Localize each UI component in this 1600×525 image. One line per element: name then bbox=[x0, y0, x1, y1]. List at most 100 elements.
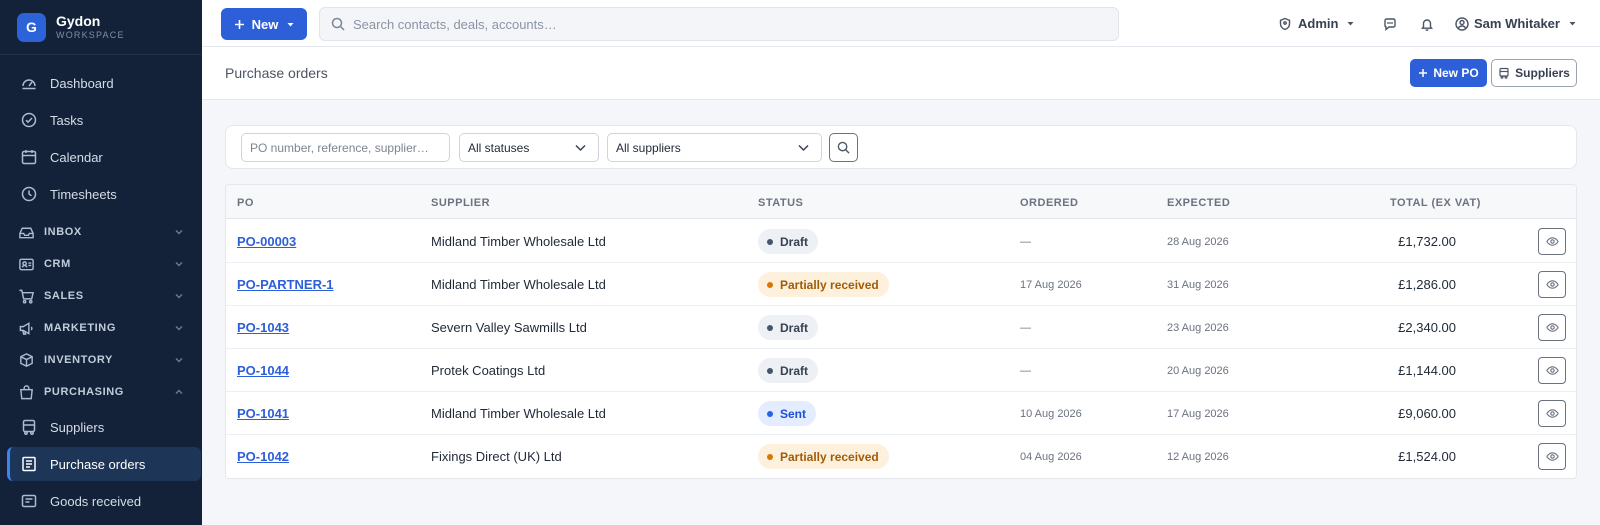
eye-icon bbox=[1545, 321, 1559, 334]
sidebar-section-label: INBOX bbox=[44, 226, 82, 238]
supplier-cell: Severn Valley Sawmills Ltd bbox=[431, 320, 587, 335]
table-row[interactable]: PO-1042 Fixings Direct (UK) Ltd Partiall… bbox=[226, 435, 1576, 478]
po-number-link[interactable]: PO-PARTNER-1 bbox=[237, 277, 334, 292]
column-header-supplier[interactable]: SUPPLIER bbox=[431, 197, 490, 209]
sidebar-item-calendar[interactable]: Calendar bbox=[7, 140, 201, 174]
supplier-filter-value: All suppliers bbox=[616, 140, 681, 155]
po-number-link[interactable]: PO-1044 bbox=[237, 363, 289, 378]
total-cell: £1,286.00 bbox=[1398, 277, 1456, 292]
sidebar-item-suppliers[interactable]: Suppliers bbox=[7, 410, 201, 444]
sidebar-item-dashboard[interactable]: Dashboard bbox=[7, 66, 201, 100]
sidebar-item-label: Tasks bbox=[50, 112, 84, 128]
new-button-label: New bbox=[251, 16, 279, 32]
table-row[interactable]: PO-1044 Protek Coatings Ltd Draft — 20 A… bbox=[226, 349, 1576, 392]
table-row[interactable]: PO-1043 Severn Valley Sawmills Ltd Draft… bbox=[226, 306, 1576, 349]
new-button[interactable]: New bbox=[221, 8, 307, 40]
brand-logo: G bbox=[17, 12, 46, 42]
truck-icon bbox=[20, 418, 38, 436]
total-cell: £2,340.00 bbox=[1398, 320, 1456, 335]
view-po-button[interactable] bbox=[1538, 228, 1566, 255]
shield-icon bbox=[1278, 17, 1292, 31]
view-po-button[interactable] bbox=[1538, 314, 1566, 341]
view-po-button[interactable] bbox=[1538, 400, 1566, 427]
view-po-button[interactable] bbox=[1538, 271, 1566, 298]
po-number-link[interactable]: PO-1043 bbox=[237, 320, 289, 335]
sidebar-section-marketing[interactable]: MARKETING bbox=[7, 314, 201, 342]
filter-bar: PO number, reference, supplier… All stat… bbox=[225, 125, 1577, 169]
po-number-link[interactable]: PO-1042 bbox=[237, 449, 289, 464]
chevron-up-icon bbox=[174, 387, 184, 397]
sidebar-item-goods-received[interactable]: Goods received bbox=[7, 484, 201, 518]
total-cell: £1,524.00 bbox=[1398, 449, 1456, 464]
sidebar-section-label: PURCHASING bbox=[44, 386, 124, 398]
clock-icon bbox=[20, 185, 38, 203]
user-menu[interactable]: Sam Whitaker bbox=[1455, 0, 1576, 47]
user-avatar-icon bbox=[1455, 16, 1469, 31]
column-header-expected[interactable]: EXPECTED bbox=[1167, 197, 1230, 209]
caret-down-icon bbox=[1569, 20, 1576, 27]
expected-date-cell: 17 Aug 2026 bbox=[1167, 407, 1229, 420]
sidebar-section-inbox[interactable]: INBOX bbox=[7, 218, 201, 246]
status-filter-select[interactable]: All statuses bbox=[459, 133, 599, 162]
megaphone-icon bbox=[18, 320, 35, 337]
supplier-cell: Midland Timber Wholesale Ltd bbox=[431, 234, 606, 249]
sidebar-item-tasks[interactable]: Tasks bbox=[7, 103, 201, 137]
ordered-date-cell: — bbox=[1020, 364, 1031, 377]
ordered-date-cell: 04 Aug 2026 bbox=[1020, 450, 1082, 463]
sidebar: G Gydon WORKSPACE Dashboard Tasks Calend… bbox=[0, 0, 202, 525]
chevron-down-icon bbox=[174, 259, 184, 269]
po-number-link[interactable]: PO-1041 bbox=[237, 406, 289, 421]
role-switcher[interactable]: Admin bbox=[1278, 0, 1354, 47]
column-header-ordered[interactable]: ORDERED bbox=[1020, 197, 1079, 209]
column-header-total[interactable]: TOTAL (EX VAT) bbox=[1390, 197, 1481, 209]
po-number-link[interactable]: PO-00003 bbox=[237, 234, 296, 249]
status-badge: Sent bbox=[758, 401, 817, 426]
sidebar-item-label: Timesheets bbox=[50, 186, 117, 202]
po-search-input[interactable]: PO number, reference, supplier… bbox=[241, 133, 450, 162]
apply-filter-button[interactable] bbox=[829, 133, 858, 162]
column-header-po[interactable]: PO bbox=[237, 197, 254, 209]
view-po-button[interactable] bbox=[1538, 443, 1566, 470]
status-badge: Draft bbox=[758, 229, 819, 254]
sidebar-item-label: Calendar bbox=[50, 149, 103, 165]
brand[interactable]: G Gydon WORKSPACE bbox=[0, 0, 202, 55]
table-row[interactable]: PO-1041 Midland Timber Wholesale Ltd Sen… bbox=[226, 392, 1576, 435]
new-po-button[interactable]: New PO bbox=[1410, 59, 1487, 87]
table-row[interactable]: PO-PARTNER-1 Midland Timber Wholesale Lt… bbox=[226, 263, 1576, 306]
ordered-date-cell: 17 Aug 2026 bbox=[1020, 278, 1082, 291]
sidebar-item-timesheets[interactable]: Timesheets bbox=[7, 177, 201, 211]
chevron-down-icon bbox=[174, 291, 184, 301]
calendar-icon bbox=[20, 148, 38, 166]
plus-icon bbox=[234, 19, 245, 30]
view-po-button[interactable] bbox=[1538, 357, 1566, 384]
global-search-placeholder: Search contacts, deals, accounts… bbox=[353, 16, 557, 32]
sidebar-section-crm[interactable]: CRM bbox=[7, 250, 201, 278]
sidebar-section-inventory[interactable]: INVENTORY bbox=[7, 346, 201, 374]
truck-icon bbox=[1498, 67, 1510, 79]
status-badge: Partially received bbox=[758, 444, 889, 469]
caret-down-icon bbox=[1347, 20, 1354, 27]
suppliers-button[interactable]: Suppliers bbox=[1491, 59, 1577, 87]
chevron-down-icon bbox=[575, 144, 586, 152]
messages-button[interactable] bbox=[1383, 0, 1397, 47]
sidebar-section-sales[interactable]: SALES bbox=[7, 282, 201, 310]
column-header-status[interactable]: STATUS bbox=[758, 197, 803, 209]
notifications-button[interactable] bbox=[1420, 0, 1434, 47]
sidebar-item-label: Goods received bbox=[50, 493, 142, 509]
sidebar-section-label: INVENTORY bbox=[44, 354, 113, 366]
sidebar-section-purchasing[interactable]: PURCHASING bbox=[7, 378, 201, 406]
expected-date-cell: 28 Aug 2026 bbox=[1167, 235, 1229, 248]
page-title: Purchase orders bbox=[225, 65, 328, 81]
chevron-down-icon bbox=[174, 323, 184, 333]
total-cell: £9,060.00 bbox=[1398, 406, 1456, 421]
sidebar-item-purchase-orders[interactable]: Purchase orders bbox=[7, 447, 201, 481]
supplier-filter-select[interactable]: All suppliers bbox=[607, 133, 822, 162]
bag-icon bbox=[18, 384, 35, 401]
eye-icon bbox=[1545, 235, 1559, 248]
chevron-down-icon bbox=[798, 144, 809, 152]
supplier-cell: Fixings Direct (UK) Ltd bbox=[431, 449, 562, 464]
table-row[interactable]: PO-00003 Midland Timber Wholesale Ltd Dr… bbox=[226, 220, 1576, 263]
brand-subtitle: WORKSPACE bbox=[56, 30, 125, 40]
new-po-label: New PO bbox=[1433, 66, 1479, 80]
global-search-input[interactable]: Search contacts, deals, accounts… bbox=[319, 7, 1119, 41]
